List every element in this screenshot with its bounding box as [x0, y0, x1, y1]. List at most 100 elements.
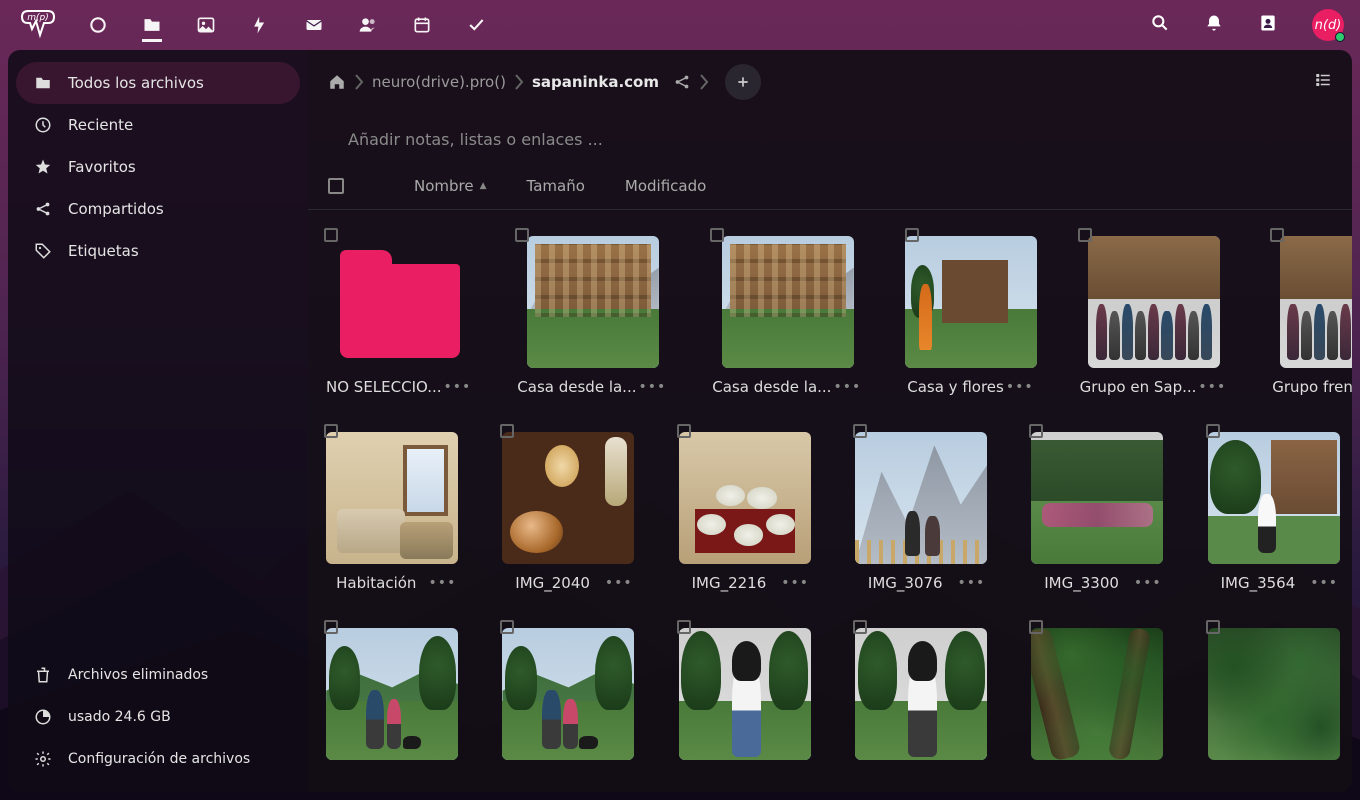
file-checkbox[interactable]	[905, 228, 919, 242]
chevron-icon	[354, 73, 364, 91]
file-cell[interactable]	[853, 620, 989, 770]
more-icon[interactable]: •••	[1132, 575, 1164, 591]
file-grid: NO SELECCIO...••• Casa desde la...••• Ca…	[308, 210, 1352, 792]
crumb-root[interactable]: neuro(drive).pro()	[372, 73, 506, 91]
brand-logo[interactable]: m(p)	[16, 7, 60, 43]
user-avatar[interactable]: n(d)	[1312, 9, 1344, 41]
contacts-menu-icon[interactable]	[1258, 13, 1278, 37]
more-icon[interactable]: •••	[636, 379, 668, 395]
more-icon[interactable]: •••	[1004, 379, 1036, 395]
file-thumbnail[interactable]	[502, 628, 634, 760]
file-cell[interactable]	[1206, 620, 1342, 770]
file-checkbox[interactable]	[1206, 620, 1220, 634]
col-name[interactable]: Nombre▲	[414, 177, 487, 195]
more-icon[interactable]: •••	[956, 575, 988, 591]
file-thumbnail[interactable]	[527, 236, 659, 368]
sidebar-item-clock[interactable]: Reciente	[16, 104, 300, 146]
add-button[interactable]	[725, 64, 761, 100]
file-checkbox[interactable]	[324, 424, 338, 438]
share-icon[interactable]	[673, 73, 691, 91]
file-thumbnail[interactable]	[1208, 432, 1340, 564]
file-thumbnail[interactable]	[1208, 628, 1340, 760]
photos-icon[interactable]	[196, 15, 216, 35]
more-icon[interactable]: •••	[831, 379, 863, 395]
file-checkbox[interactable]	[1270, 228, 1284, 242]
sidebar-item-share[interactable]: Compartidos	[16, 188, 300, 230]
file-thumbnail[interactable]	[855, 432, 987, 564]
file-thumbnail[interactable]	[1031, 628, 1163, 760]
contacts-icon[interactable]	[358, 15, 378, 35]
file-checkbox[interactable]	[1029, 620, 1043, 634]
file-label: IMG_2216	[679, 574, 780, 592]
file-cell[interactable]	[500, 620, 636, 770]
file-thumbnail[interactable]	[326, 432, 458, 564]
file-checkbox[interactable]	[515, 228, 529, 242]
file-cell[interactable]	[677, 620, 813, 770]
crumb-current[interactable]: sapaninka.com	[532, 73, 659, 91]
file-thumbnail[interactable]	[1031, 432, 1163, 564]
file-checkbox[interactable]	[500, 424, 514, 438]
file-thumbnail[interactable]	[722, 236, 854, 368]
file-checkbox[interactable]	[677, 620, 691, 634]
file-thumbnail[interactable]	[679, 628, 811, 760]
dashboard-icon[interactable]	[88, 15, 108, 35]
file-thumbnail[interactable]	[679, 432, 811, 564]
file-thumbnail[interactable]	[1088, 236, 1220, 368]
more-icon[interactable]: •••	[779, 575, 811, 591]
notifications-icon[interactable]	[1204, 13, 1224, 37]
more-icon[interactable]: •••	[1196, 379, 1228, 395]
file-cell[interactable]: Casa y flores•••	[905, 228, 1037, 396]
col-size[interactable]: Tamaño	[527, 177, 585, 195]
col-modified[interactable]: Modificado	[625, 177, 706, 195]
file-cell[interactable]: IMG_3564•••	[1206, 424, 1342, 592]
file-checkbox[interactable]	[324, 620, 338, 634]
sidebar-item-tag[interactable]: Etiquetas	[16, 230, 300, 272]
file-cell[interactable]: Casa desde la...•••	[515, 228, 670, 396]
sidebar-item-star[interactable]: Favoritos	[16, 146, 300, 188]
more-icon[interactable]: •••	[427, 575, 459, 591]
file-cell[interactable]: IMG_2040•••	[500, 424, 636, 592]
file-checkbox[interactable]	[853, 620, 867, 634]
file-cell[interactable]: NO SELECCIO...•••	[324, 228, 475, 396]
file-cell[interactable]: IMG_3076•••	[853, 424, 989, 592]
more-icon[interactable]: •••	[603, 575, 635, 591]
file-cell[interactable]: Grupo frente ...•••	[1270, 228, 1352, 396]
file-thumbnail[interactable]	[334, 236, 466, 368]
file-thumbnail[interactable]	[1280, 236, 1353, 368]
mail-icon[interactable]	[304, 15, 324, 35]
sidebar-item-gear[interactable]: Configuración de archivos	[16, 738, 300, 780]
file-thumbnail[interactable]	[905, 236, 1037, 368]
file-cell[interactable]: IMG_2216•••	[677, 424, 813, 592]
sidebar-item-folder[interactable]: Todos los archivos	[16, 62, 300, 104]
sidebar-item-pie[interactable]: usado 24.6 GB	[16, 696, 300, 738]
file-checkbox[interactable]	[1029, 424, 1043, 438]
file-checkbox[interactable]	[677, 424, 691, 438]
select-all-checkbox[interactable]	[328, 178, 344, 194]
file-checkbox[interactable]	[1078, 228, 1092, 242]
file-thumbnail[interactable]	[326, 628, 458, 760]
file-cell[interactable]: Grupo en Sap...•••	[1078, 228, 1231, 396]
file-cell[interactable]: Casa desde la...•••	[710, 228, 865, 396]
file-thumbnail[interactable]	[855, 628, 987, 760]
file-cell[interactable]: IMG_3300•••	[1029, 424, 1165, 592]
tasks-icon[interactable]	[466, 15, 486, 35]
file-cell[interactable]	[1029, 620, 1165, 770]
file-checkbox[interactable]	[324, 228, 338, 242]
home-icon[interactable]	[328, 73, 346, 91]
notes-input[interactable]: Añadir notas, listas o enlaces ...	[308, 106, 1352, 169]
search-icon[interactable]	[1150, 13, 1170, 37]
file-thumbnail[interactable]	[502, 432, 634, 564]
activity-icon[interactable]	[250, 15, 270, 35]
sidebar-item-trash[interactable]: Archivos eliminados	[16, 654, 300, 696]
more-icon[interactable]: •••	[442, 379, 474, 395]
view-toggle-button[interactable]	[1314, 71, 1332, 93]
files-icon[interactable]	[142, 22, 162, 42]
file-checkbox[interactable]	[853, 424, 867, 438]
file-checkbox[interactable]	[500, 620, 514, 634]
more-icon[interactable]: •••	[1308, 575, 1340, 591]
file-cell[interactable]	[324, 620, 460, 770]
calendar-icon[interactable]	[412, 15, 432, 35]
file-checkbox[interactable]	[1206, 424, 1220, 438]
file-cell[interactable]: Habitación•••	[324, 424, 460, 592]
file-checkbox[interactable]	[710, 228, 724, 242]
